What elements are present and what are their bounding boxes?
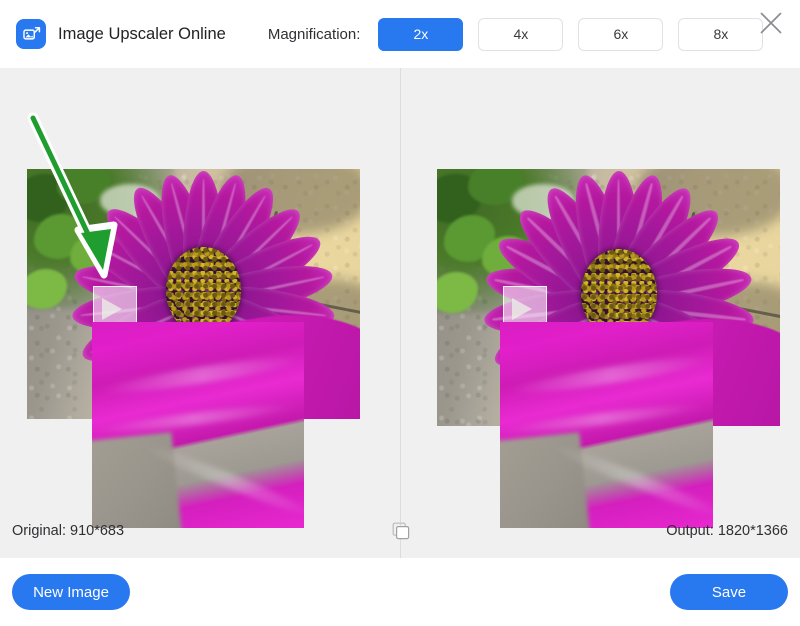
magnification-8x-button[interactable]: 8x	[678, 17, 764, 51]
magnification-button-group: 2x 4x 6x 8x	[378, 17, 764, 51]
page-title: Image Upscaler Online	[58, 24, 226, 43]
magnification-4x-button[interactable]: 4x	[478, 17, 564, 51]
flower-center	[166, 246, 241, 334]
zoom-preview-blur	[92, 432, 182, 528]
new-image-button[interactable]: New Image	[12, 574, 130, 610]
zoom-preview-original	[92, 322, 304, 528]
zoom-preview-blur	[500, 432, 591, 528]
vertical-divider	[400, 68, 401, 558]
app-footer: New Image Save	[0, 558, 800, 626]
compare-toggle-icon[interactable]	[392, 522, 410, 540]
save-button[interactable]: Save	[670, 574, 788, 610]
magnification-2x-button[interactable]: 2x	[378, 17, 464, 51]
magnification-label: Magnification:	[267, 25, 361, 43]
image-upscaler-window: Image Upscaler Online Magnification: 2x …	[0, 0, 800, 626]
close-icon[interactable]	[754, 6, 788, 40]
image-upscale-icon	[16, 19, 46, 49]
magnification-6x-button[interactable]: 6x	[578, 17, 664, 51]
app-header: Image Upscaler Online Magnification: 2x …	[0, 0, 800, 68]
zoom-preview-output	[500, 322, 713, 528]
